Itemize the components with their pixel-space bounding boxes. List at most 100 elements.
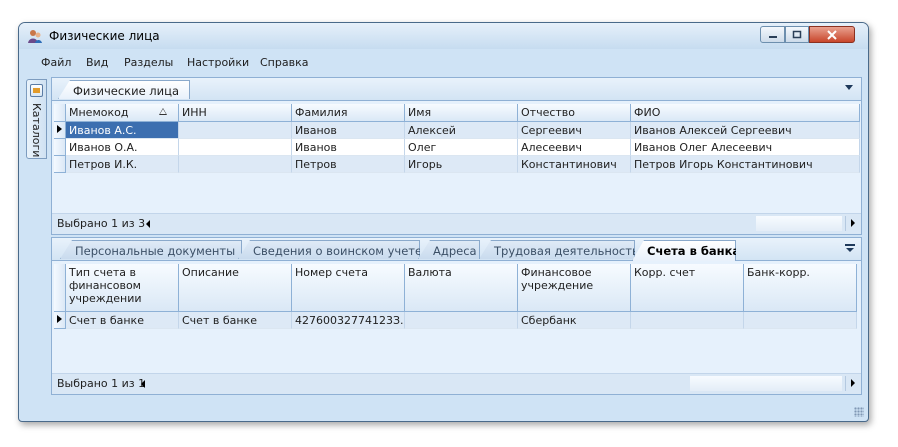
column-header-label: Банк-корр. [747, 266, 810, 279]
column-header-corr-bank[interactable]: Банк-корр. [744, 264, 857, 312]
close-button[interactable] [809, 26, 855, 43]
bank-accounts-status-bar: Выбрано 1 из 1 [52, 373, 861, 394]
scroll-right-button[interactable] [845, 376, 859, 391]
column-header-label: Корр. счет [634, 266, 696, 279]
column-header-label: Тип счета в финансовом учреждении [69, 266, 142, 305]
column-header-label: Отчество [521, 106, 576, 119]
sidebar-tab-catalogs[interactable]: Каталоги [26, 79, 47, 159]
row-indicator-current[interactable] [54, 312, 66, 329]
column-header-label: ИНН [182, 106, 207, 119]
tab-persons[interactable]: Физические лица [58, 80, 191, 99]
header-indicator [54, 264, 66, 312]
tab-label: Счета в банках [647, 244, 748, 258]
table-cell[interactable]: 42760032774123З... [292, 312, 405, 329]
tab-label: Сведения о воинском учете [253, 244, 423, 258]
table-cell[interactable]: Иванов Алексей Сергеевич [631, 122, 860, 139]
menu-sections[interactable]: Разделы [124, 56, 173, 69]
tab-persons-label: Физические лица [73, 84, 180, 98]
table-cell[interactable]: Иванов Олег Алесеевич [631, 139, 860, 156]
column-header-fullname[interactable]: ФИО [631, 104, 860, 122]
window-title: Физические лица [49, 29, 160, 43]
column-header-name[interactable]: Имя [405, 104, 518, 122]
row-indicator[interactable] [54, 139, 66, 156]
table-cell[interactable]: Алексей [405, 122, 518, 139]
column-header-label: Валюта [408, 266, 452, 279]
table-cell[interactable] [631, 312, 744, 329]
table-cell[interactable]: Счет в банке [179, 312, 292, 329]
column-header-account-number[interactable]: Номер счета [292, 264, 405, 312]
table-cell[interactable] [179, 156, 292, 173]
persons-grid: Мнемокод ИНН Фамилия Имя Отчество ФИО Ив… [54, 104, 860, 208]
column-header-corr-account[interactable]: Корр. счет [631, 264, 744, 312]
tab-military-records[interactable]: Сведения о воинском учете [238, 240, 420, 259]
selection-status: Выбрано 1 из 1 [57, 377, 146, 390]
minimize-button[interactable] [760, 26, 785, 43]
table-cell[interactable]: Иванов О.А. [66, 139, 179, 156]
horizontal-scrollbar[interactable] [690, 376, 842, 391]
menu-settings[interactable]: Настройки [187, 56, 249, 69]
scroll-left-icon[interactable] [146, 220, 150, 228]
tab-employment[interactable]: Трудовая деятельность [479, 240, 635, 259]
column-header-label: ФИО [634, 106, 661, 119]
sort-ascending-icon [159, 108, 167, 115]
tab-label: Трудовая деятельность [494, 244, 639, 258]
title-bar[interactable]: Физические лица [19, 23, 868, 49]
tab-label: Персональные документы [75, 244, 236, 258]
scroll-right-button[interactable] [845, 216, 859, 231]
column-header-financial-institution[interactable]: Финансовое учреждение [518, 264, 631, 312]
table-cell[interactable]: Счет в банке [66, 312, 179, 329]
horizontal-scrollbar[interactable] [756, 216, 842, 231]
bank-accounts-grid: Тип счета в финансовом учреждении Описан… [54, 264, 860, 366]
column-header-patronymic[interactable]: Отчество [518, 104, 631, 122]
column-header-description[interactable]: Описание [179, 264, 292, 312]
menu-view[interactable]: Вид [86, 56, 108, 69]
tab-personal-documents[interactable]: Персональные документы [60, 240, 242, 259]
column-header-surname[interactable]: Фамилия [292, 104, 405, 122]
column-header-label: Фамилия [295, 106, 348, 119]
menu-bar: Файл Вид Разделы Настройки Справка [19, 51, 868, 73]
table-cell[interactable] [744, 312, 857, 329]
persons-status-bar: Выбрано 1 из 3 [52, 213, 861, 234]
column-header-mnemocode[interactable]: Мнемокод [66, 104, 179, 122]
table-cell[interactable]: Петров Игорь Константинович [631, 156, 860, 173]
table-cell[interactable]: Сергеевич [518, 122, 631, 139]
details-panel: Персональные документы Сведения о воинск… [51, 237, 862, 395]
column-header-currency[interactable]: Валюта [405, 264, 518, 312]
details-tabstrip: Персональные документы Сведения о воинск… [52, 238, 861, 261]
row-indicator-current[interactable] [54, 122, 66, 139]
column-header-label: Финансовое учреждение [521, 266, 594, 292]
table-cell[interactable]: Сбербанк [518, 312, 631, 329]
table-cell[interactable] [179, 139, 292, 156]
column-header-label: Номер счета [295, 266, 369, 279]
tab-list-dropdown-icon[interactable] [845, 244, 855, 253]
persons-tabstrip: Физические лица [52, 78, 861, 101]
column-header-account-type[interactable]: Тип счета в финансовом учреждении [66, 264, 179, 312]
menu-help[interactable]: Справка [260, 56, 308, 69]
menu-file[interactable]: Файл [41, 56, 71, 69]
column-header-label: Описание [182, 266, 239, 279]
column-header-inn[interactable]: ИНН [179, 104, 292, 122]
chevron-down-icon[interactable] [845, 85, 853, 90]
scroll-left-icon[interactable] [141, 380, 145, 388]
table-cell[interactable] [405, 312, 518, 329]
table-cell[interactable] [179, 122, 292, 139]
table-cell[interactable]: Константинович [518, 156, 631, 173]
header-indicator [54, 104, 66, 122]
main-window: Физические лица Файл Вид Разделы Настрой… [18, 22, 869, 422]
table-cell[interactable]: Иванов А.С. [66, 122, 179, 139]
table-cell[interactable]: Иванов [292, 139, 405, 156]
table-cell[interactable]: Алесеевич [518, 139, 631, 156]
maximize-icon [792, 30, 802, 38]
resize-grip-icon[interactable] [854, 407, 864, 417]
table-cell[interactable]: Игорь [405, 156, 518, 173]
table-cell[interactable]: Олег [405, 139, 518, 156]
table-cell[interactable]: Петров И.К. [66, 156, 179, 173]
tab-bank-accounts[interactable]: Счета в банках [632, 240, 736, 261]
tab-addresses[interactable]: Адреса [418, 240, 480, 259]
row-indicator[interactable] [54, 156, 66, 173]
table-cell[interactable]: Иванов [292, 122, 405, 139]
maximize-button[interactable] [785, 26, 809, 43]
persons-panel: Физические лица Мнемокод ИНН Фамилия Имя… [51, 77, 862, 235]
tab-label: Адреса [433, 244, 477, 258]
table-cell[interactable]: Петров [292, 156, 405, 173]
